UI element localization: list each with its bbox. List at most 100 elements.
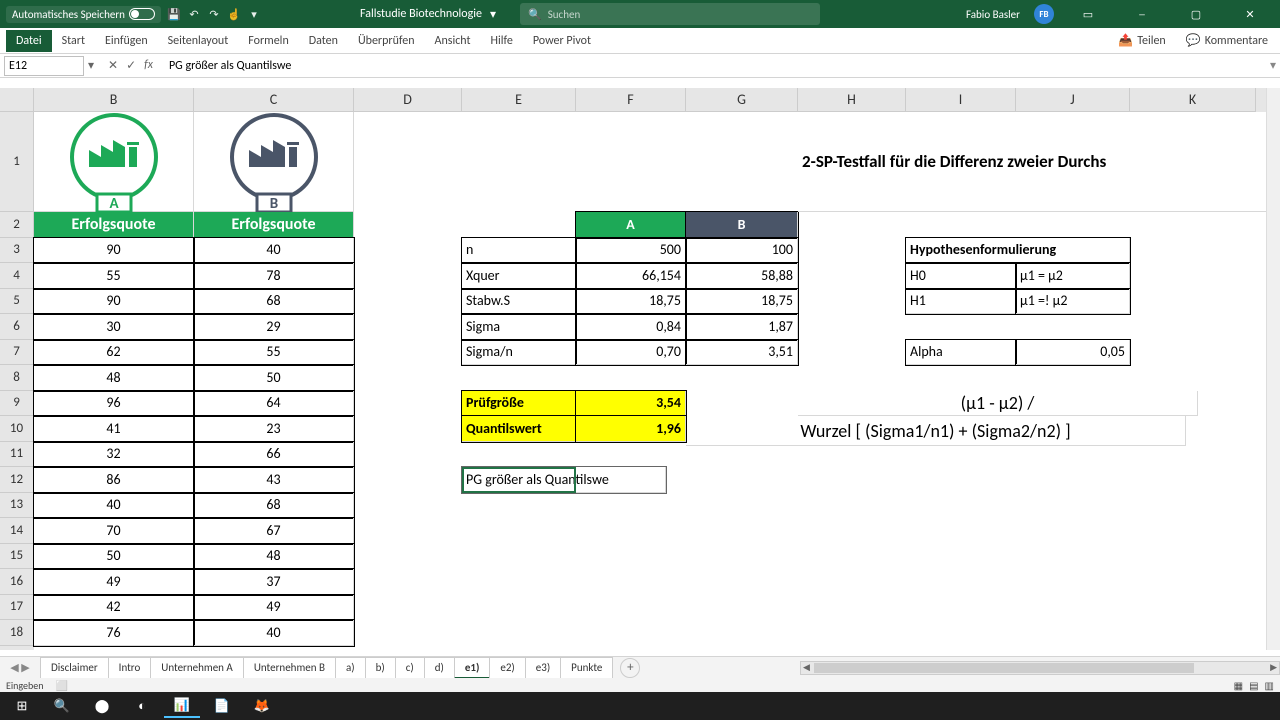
row-header-18[interactable]: 18 [0, 620, 34, 646]
stat-label-sigman[interactable]: Sigma/n [462, 340, 576, 366]
stat-b-sigma[interactable]: 1,87 [686, 314, 798, 340]
sheet-tab-d[interactable]: d) [424, 657, 455, 679]
row-header-17[interactable]: 17 [0, 595, 34, 621]
sheet-tab-e1[interactable]: e1) [454, 657, 491, 679]
data-b-2[interactable]: 90 [34, 289, 194, 315]
tab-formeln[interactable]: Formeln [238, 30, 298, 52]
scroll-left-icon[interactable]: ◀ [801, 662, 812, 673]
data-b-5[interactable]: 48 [34, 365, 194, 391]
row-header-6[interactable]: 6 [0, 314, 34, 340]
app-icon[interactable]: ◐ [124, 694, 160, 718]
tab-hilfe[interactable]: Hilfe [481, 30, 523, 52]
row-header-16[interactable]: 16 [0, 569, 34, 595]
row-header-10[interactable]: 10 [0, 416, 34, 442]
col-header-J[interactable]: J [1016, 88, 1130, 112]
factory-icon-b[interactable]: B [194, 112, 354, 212]
data-b-6[interactable]: 96 [34, 391, 194, 417]
tab-seitenlayout[interactable]: Seitenlayout [158, 30, 239, 52]
h1-label[interactable]: H1 [906, 289, 1016, 315]
col-header-K[interactable]: K [1130, 88, 1256, 112]
search-input[interactable]: 🔍 Suchen [520, 3, 820, 25]
data-b-7[interactable]: 41 [34, 416, 194, 442]
tab-daten[interactable]: Daten [299, 30, 348, 52]
row-header-14[interactable]: 14 [0, 518, 34, 544]
user-name[interactable]: Fabio Basler [966, 8, 1020, 21]
expand-formula-icon[interactable]: ▾ [1266, 58, 1280, 73]
title-2sp[interactable]: 2-SP-Testfall für die Differenz zweier D… [798, 112, 1280, 212]
pruef-label[interactable]: Prüfgröße [462, 391, 576, 417]
data-c-1[interactable]: 78 [194, 263, 354, 289]
h0-label[interactable]: H0 [906, 263, 1016, 289]
sheet-tab-c[interactable]: c) [395, 657, 425, 679]
undo-icon[interactable]: ↶ [187, 7, 201, 21]
quant-value[interactable]: 1,96 [576, 416, 686, 442]
cancel-icon[interactable]: ✕ [108, 58, 118, 73]
h0-value[interactable]: µ1 = µ2 [1016, 263, 1130, 289]
data-c-15[interactable]: 40 [194, 620, 354, 646]
ribbon-mode-icon[interactable]: ▭ [1068, 0, 1108, 28]
header-erfolg-b[interactable]: Erfolgsquote [194, 212, 354, 238]
data-c-8[interactable]: 66 [194, 442, 354, 468]
data-b-9[interactable]: 86 [34, 467, 194, 493]
data-c-10[interactable]: 68 [194, 493, 354, 519]
sheet-tab-Punkte[interactable]: Punkte [560, 657, 613, 679]
pruef-value[interactable]: 3,54 [576, 391, 686, 417]
horizontal-scrollbar[interactable]: ◀ ▶ [800, 661, 1280, 675]
col-header-B[interactable]: B [34, 88, 194, 112]
data-c-14[interactable]: 49 [194, 595, 354, 621]
avatar[interactable]: FB [1034, 4, 1054, 24]
stat-a-sigman[interactable]: 0,70 [576, 340, 686, 366]
stat-head-a[interactable]: A [576, 212, 686, 238]
data-c-3[interactable]: 29 [194, 314, 354, 340]
col-header-F[interactable]: F [576, 88, 686, 112]
header-erfolg-a[interactable]: Erfolgsquote [34, 212, 194, 238]
tab-powerpivot[interactable]: Power Pivot [523, 30, 601, 52]
col-header-G[interactable]: G [686, 88, 798, 112]
col-header-D[interactable]: D [354, 88, 462, 112]
namebox-dropdown[interactable]: ▾ [84, 58, 98, 73]
data-c-13[interactable]: 37 [194, 569, 354, 595]
formula-line1[interactable]: (µ1 - µ2) / [798, 391, 1198, 417]
obs-icon[interactable]: ⬤ [84, 694, 120, 718]
stat-b-xquer[interactable]: 58,88 [686, 263, 798, 289]
scroll-right-icon[interactable]: ▶ [1268, 662, 1279, 673]
stat-a-n[interactable]: 500 [576, 238, 686, 264]
stat-head-b[interactable]: B [686, 212, 798, 238]
close-button[interactable]: ✕ [1230, 0, 1270, 28]
sheet-tab-b[interactable]: b) [365, 657, 396, 679]
stat-b-n[interactable]: 100 [686, 238, 798, 264]
sheet-tab-e3[interactable]: e3) [525, 657, 561, 679]
view-normal-icon[interactable]: ▦ [1234, 679, 1243, 692]
more-icon[interactable]: ▾ [247, 7, 261, 21]
stat-a-stabw[interactable]: 18,75 [576, 289, 686, 315]
name-box[interactable]: E12 [4, 56, 84, 76]
sheet-tab-Disclaimer[interactable]: Disclaimer [40, 657, 109, 679]
data-c-6[interactable]: 64 [194, 391, 354, 417]
sheet-tab-e2[interactable]: e2) [489, 657, 525, 679]
row-header-3[interactable]: 3 [0, 238, 34, 264]
data-c-7[interactable]: 23 [194, 416, 354, 442]
sheet-tab-a[interactable]: a) [335, 657, 366, 679]
row-header-13[interactable]: 13 [0, 493, 34, 519]
factory-icon-a[interactable]: A [34, 112, 194, 212]
fx-icon[interactable]: fx [144, 58, 153, 73]
enter-icon[interactable]: ✓ [126, 58, 136, 73]
formula-line2[interactable]: Wurzel [ (Sigma1/n1) + (Sigma2/n2) ] [686, 416, 1186, 446]
row-header-4[interactable]: 4 [0, 263, 34, 289]
row-header-8[interactable]: 8 [0, 365, 34, 391]
view-layout-icon[interactable]: ▤ [1249, 679, 1258, 692]
row-header-9[interactable]: 9 [0, 391, 34, 417]
stat-a-xquer[interactable]: 66,154 [576, 263, 686, 289]
search-task-icon[interactable]: 🔍 [44, 694, 80, 718]
sheet-tab-UnternehmenA[interactable]: Unternehmen A [150, 657, 244, 679]
stat-a-sigma[interactable]: 0,84 [576, 314, 686, 340]
maximize-button[interactable]: ▢ [1176, 0, 1216, 28]
tab-start[interactable]: Start [52, 30, 95, 52]
alpha-label[interactable]: Alpha [906, 340, 1016, 366]
data-b-13[interactable]: 49 [34, 569, 194, 595]
row-header-7[interactable]: 7 [0, 340, 34, 366]
word-task-icon[interactable]: 📄 [204, 694, 240, 718]
data-c-0[interactable]: 40 [194, 238, 354, 264]
sheet-tab-UnternehmenB[interactable]: Unternehmen B [243, 657, 336, 679]
document-title[interactable]: Fallstudie Biotechnologie ▾ [360, 7, 496, 22]
